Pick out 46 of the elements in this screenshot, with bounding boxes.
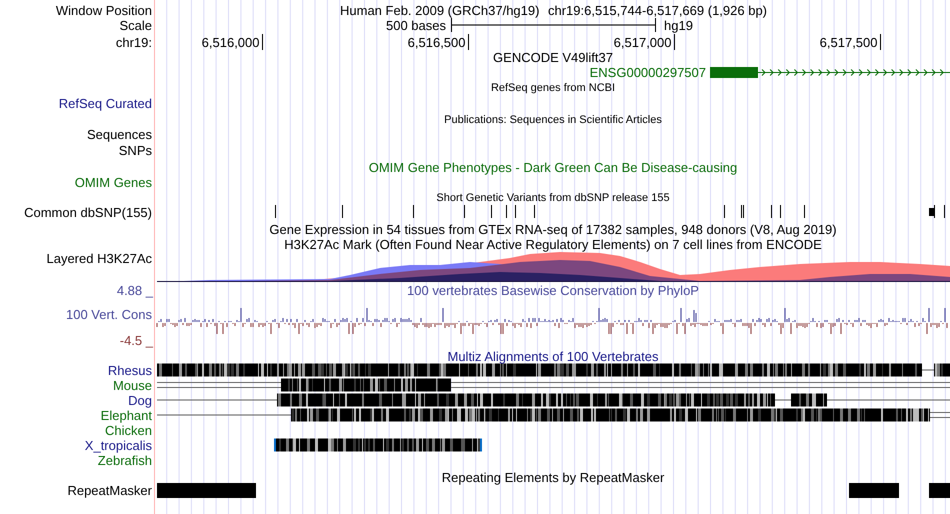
track-title: Short Genetic Variants from dbSNP release 155 bbox=[436, 192, 670, 204]
species-label[interactable]: Mouse bbox=[112, 378, 152, 392]
species-label[interactable]: Dog bbox=[128, 392, 152, 408]
gene-name-label[interactable]: ENSG00000297507 bbox=[590, 64, 706, 80]
species-label[interactable]: Elephant bbox=[100, 408, 152, 422]
track-title: Gene Expression in 54 tissues from GTEx RNA-seq of 17382 samples, 948 donors (V8, Aug 2019) bbox=[269, 222, 837, 236]
gene-model-drawing[interactable] bbox=[710, 67, 950, 78]
track-title: Repeating Elements by RepeatMasker bbox=[442, 470, 664, 484]
ruler-tick bbox=[674, 34, 675, 50]
track-label[interactable]: Common dbSNP(155) bbox=[24, 204, 152, 220]
track-label[interactable]: SNPs bbox=[118, 142, 152, 158]
assembly-text: hg19 bbox=[664, 18, 693, 32]
ruler-label: 6,517,000 bbox=[614, 34, 672, 50]
ruler-tick bbox=[262, 34, 263, 50]
row-label: Window Position bbox=[56, 2, 152, 18]
track-label[interactable]: OMIM Genes bbox=[74, 174, 152, 190]
repeat-element bbox=[929, 483, 950, 498]
assembly-title: Human Feb. 2009 (GRCh37/hg19) bbox=[340, 2, 540, 18]
row-label: Scale bbox=[119, 18, 152, 32]
track-title: H3K27Ac Mark (Often Found Near Active Regulatory Elements) on 7 cell lines from ENCODE bbox=[284, 236, 822, 252]
track-label[interactable]: Sequences bbox=[86, 126, 152, 142]
position-text: chr19:6,515,744-6,517,669 (1,926 bp) bbox=[548, 2, 768, 18]
axis-label: 4.88 _ bbox=[116, 282, 153, 298]
track-label[interactable]: 100 Vert. Cons bbox=[66, 306, 152, 322]
repeat-element bbox=[849, 483, 899, 498]
track-label[interactable]: Layered H3K27Ac bbox=[46, 250, 152, 266]
ruler-tick bbox=[468, 34, 469, 50]
track-title: GENCODE V49lift37 bbox=[493, 50, 613, 64]
species-label[interactable]: X_tropicalis bbox=[84, 438, 152, 452]
track-label[interactable]: RefSeq Curated bbox=[58, 96, 152, 110]
species-label[interactable]: Rhesus bbox=[108, 362, 152, 378]
ruler-label: 6,516,500 bbox=[408, 34, 466, 50]
track-title: Multiz Alignments of 100 Vertebrates bbox=[448, 348, 658, 364]
axis-label: -4.5 _ bbox=[120, 332, 153, 348]
row-label: chr19: bbox=[116, 34, 152, 50]
track-title: 100 vertebrates Basewise Conservation by PhyloP bbox=[407, 282, 699, 298]
track-title: Publications: Sequences in Scientific Articles bbox=[444, 114, 662, 126]
track-title: RefSeq genes from NCBI bbox=[490, 82, 616, 94]
ruler-tick bbox=[880, 34, 881, 50]
track-label[interactable]: RepeatMasker bbox=[67, 482, 152, 498]
ruler-label: 6,517,500 bbox=[820, 34, 878, 50]
ruler-label: 6,516,000 bbox=[202, 34, 260, 50]
species-label[interactable]: Chicken bbox=[105, 422, 152, 438]
scale-text: 500 bases bbox=[386, 18, 446, 32]
track-title: OMIM Gene Phenotypes - Dark Green Can Be Disease-causing bbox=[368, 160, 738, 174]
species-label[interactable]: Zebrafish bbox=[98, 452, 152, 468]
